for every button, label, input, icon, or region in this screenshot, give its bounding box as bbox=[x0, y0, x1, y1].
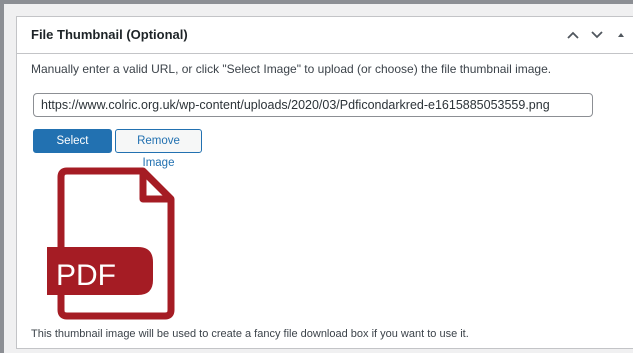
chevron-down-icon bbox=[591, 31, 603, 39]
chevron-up-icon bbox=[567, 31, 579, 39]
move-down-button[interactable] bbox=[587, 25, 607, 45]
toggle-panel-button[interactable] bbox=[611, 25, 631, 45]
select-image-button[interactable]: Select Image bbox=[33, 129, 112, 169]
triangle-up-icon bbox=[618, 33, 624, 37]
file-thumbnail-metabox: File Thumbnail (Optional) Manually enter… bbox=[16, 16, 633, 349]
thumbnail-footnote: This thumbnail image will be used to cre… bbox=[31, 328, 469, 340]
remove-image-button[interactable]: Remove Image bbox=[115, 129, 202, 169]
metabox-header: File Thumbnail (Optional) bbox=[17, 17, 633, 54]
pdf-file-icon: PDF bbox=[47, 167, 175, 320]
page-frame: File Thumbnail (Optional) Manually enter… bbox=[0, 0, 633, 353]
handle-actions bbox=[563, 25, 631, 45]
move-up-button[interactable] bbox=[563, 25, 583, 45]
thumbnail-url-input[interactable] bbox=[33, 93, 593, 117]
pdf-label-text: PDF bbox=[56, 259, 116, 292]
metabox-title: File Thumbnail (Optional) bbox=[31, 27, 188, 42]
metabox-description: Manually enter a valid URL, or click "Se… bbox=[31, 62, 552, 76]
